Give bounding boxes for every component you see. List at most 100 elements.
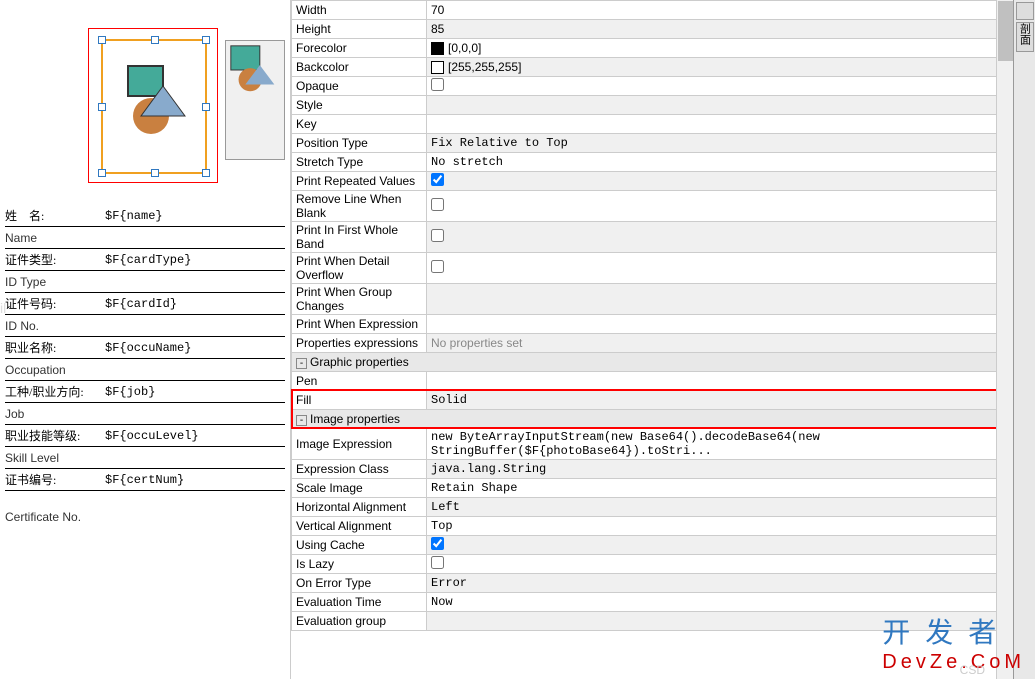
- scrollbar[interactable]: [996, 0, 1013, 679]
- graphic-group-header[interactable]: -Graphic properties: [292, 353, 1035, 372]
- image-element-selected[interactable]: [88, 28, 218, 183]
- collapse-icon[interactable]: -: [296, 415, 307, 426]
- prop-printoverflow-label: Print When Detail Overflow: [292, 253, 427, 284]
- collapse-icon[interactable]: -: [296, 358, 307, 369]
- cardid-label: 证件号码:: [5, 295, 105, 312]
- side-button-2[interactable]: 剖面: [1016, 22, 1034, 52]
- prop-halign-value[interactable]: Left▾: [427, 498, 1035, 517]
- prop-printrepeat-value[interactable]: [427, 172, 1035, 191]
- prop-valign-value[interactable]: Top▾: [427, 517, 1035, 536]
- occuname-en: Occupation: [5, 359, 285, 381]
- prop-forecolor-value[interactable]: [0,0,0]...: [427, 39, 1035, 58]
- printrepeat-checkbox[interactable]: [431, 173, 444, 186]
- prop-height-label: Height: [292, 20, 427, 39]
- prop-printrepeat-label: Print Repeated Values: [292, 172, 427, 191]
- lazy-checkbox[interactable]: [431, 556, 444, 569]
- properties-panel: Width70 Height85 Forecolor[0,0,0]... Bac…: [290, 0, 1035, 679]
- cache-checkbox[interactable]: [431, 537, 444, 550]
- name-en: Name: [5, 227, 285, 249]
- prop-style-label: Style: [292, 96, 427, 115]
- prop-backcolor-label: Backcolor: [292, 58, 427, 77]
- printoverflow-checkbox[interactable]: [431, 260, 444, 273]
- prop-stretchtype-value[interactable]: No stretch▾: [427, 153, 1035, 172]
- job-label: 工种/职业方向:: [5, 383, 105, 400]
- cardtype-en: ID Type: [5, 271, 285, 293]
- prop-printexpr-value[interactable]: ...: [427, 315, 1035, 334]
- prop-exprclass-label: Expression Class: [292, 460, 427, 479]
- prop-key-label: Key: [292, 115, 427, 134]
- prop-imgexpr-label: Image Expression: [292, 429, 427, 460]
- prop-fill-value[interactable]: Solid▾: [427, 391, 1035, 410]
- prop-stretchtype-label: Stretch Type: [292, 153, 427, 172]
- prop-imgexpr-value[interactable]: new ByteArrayInputStream(new Base64().de…: [427, 429, 1035, 460]
- prop-opaque-label: Opaque: [292, 77, 427, 96]
- cardtype-label: 证件类型:: [5, 251, 105, 268]
- prop-propsexpr-value[interactable]: No properties set...: [427, 334, 1035, 353]
- watermark-faded: il: [0, 300, 6, 316]
- image-ghost: [225, 40, 285, 160]
- prop-evaltime-label: Evaluation Time: [292, 593, 427, 612]
- prop-width-value[interactable]: 70: [427, 1, 1035, 20]
- occulevel-label: 职业技能等级:: [5, 427, 105, 444]
- scroll-thumb[interactable]: [998, 1, 1013, 61]
- prop-printfirst-label: Print In First Whole Band: [292, 222, 427, 253]
- prop-evaltime-value[interactable]: Now▾: [427, 593, 1035, 612]
- prop-style-value[interactable]: ▾: [427, 96, 1035, 115]
- prop-cache-value[interactable]: [427, 536, 1035, 555]
- name-value[interactable]: $F{name}: [105, 209, 163, 223]
- prop-printexpr-label: Print When Expression: [292, 315, 427, 334]
- prop-printgroup-value[interactable]: ▾: [427, 284, 1035, 315]
- prop-propsexpr-label: Properties expressions: [292, 334, 427, 353]
- prop-onerror-label: On Error Type: [292, 574, 427, 593]
- job-en: Job: [5, 403, 285, 425]
- prop-width-label: Width: [292, 1, 427, 20]
- prop-printgroup-label: Print When Group Changes: [292, 284, 427, 315]
- image-placeholder-icon: [123, 61, 193, 151]
- prop-forecolor-label: Forecolor: [292, 39, 427, 58]
- certnum-value[interactable]: $F{certNum}: [105, 473, 184, 487]
- certnum-label: 证书编号:: [5, 471, 105, 488]
- prop-postype-value[interactable]: Fix Relative to Top▾: [427, 134, 1035, 153]
- design-canvas: 姓 名:$F{name} Name 证件类型:$F{cardType} ID Typ…: [0, 0, 290, 679]
- prop-height-value[interactable]: 85: [427, 20, 1035, 39]
- cardid-en: ID No.: [5, 315, 285, 337]
- prop-key-value[interactable]: [427, 115, 1035, 134]
- prop-removeblank-value[interactable]: [427, 191, 1035, 222]
- side-toolbar: 剖面: [1013, 0, 1035, 679]
- prop-lazy-label: Is Lazy: [292, 555, 427, 574]
- prop-evalgroup-label: Evaluation group: [292, 612, 427, 631]
- prop-scaleimg-label: Scale Image: [292, 479, 427, 498]
- prop-cache-label: Using Cache: [292, 536, 427, 555]
- csdn-mark: CSD: [960, 663, 985, 677]
- prop-exprclass-value[interactable]: java.lang.String▾...: [427, 460, 1035, 479]
- occuname-value[interactable]: $F{occuName}: [105, 341, 191, 355]
- occuname-label: 职业名称:: [5, 339, 105, 356]
- prop-halign-label: Horizontal Alignment: [292, 498, 427, 517]
- prop-onerror-value[interactable]: Error▾: [427, 574, 1035, 593]
- occulevel-en: Skill Level: [5, 447, 285, 469]
- cardid-value[interactable]: $F{cardId}: [105, 297, 177, 311]
- prop-scaleimg-value[interactable]: Retain Shape▾: [427, 479, 1035, 498]
- opaque-checkbox[interactable]: [431, 78, 444, 91]
- prop-lazy-value[interactable]: [427, 555, 1035, 574]
- job-value[interactable]: $F{job}: [105, 385, 155, 399]
- prop-printfirst-value[interactable]: [427, 222, 1035, 253]
- prop-postype-label: Position Type: [292, 134, 427, 153]
- printfirst-checkbox[interactable]: [431, 229, 444, 242]
- occulevel-value[interactable]: $F{occuLevel}: [105, 429, 199, 443]
- prop-fill-label: Fill: [292, 391, 427, 410]
- prop-pen-value[interactable]: ...: [427, 372, 1035, 391]
- prop-pen-label: Pen: [292, 372, 427, 391]
- side-button-1[interactable]: [1016, 2, 1034, 20]
- certnum-en: Certificate No.: [5, 506, 285, 528]
- prop-backcolor-value[interactable]: [255,255,255]...: [427, 58, 1035, 77]
- name-label: 姓 名:: [5, 207, 105, 224]
- removeblank-checkbox[interactable]: [431, 198, 444, 211]
- image-group-header[interactable]: -Image properties: [292, 410, 1035, 429]
- watermark: 开 发 者 DevZe.CoM: [882, 611, 1025, 674]
- prop-valign-label: Vertical Alignment: [292, 517, 427, 536]
- prop-removeblank-label: Remove Line When Blank: [292, 191, 427, 222]
- cardtype-value[interactable]: $F{cardType}: [105, 253, 191, 267]
- prop-printoverflow-value[interactable]: [427, 253, 1035, 284]
- prop-opaque-value[interactable]: [427, 77, 1035, 96]
